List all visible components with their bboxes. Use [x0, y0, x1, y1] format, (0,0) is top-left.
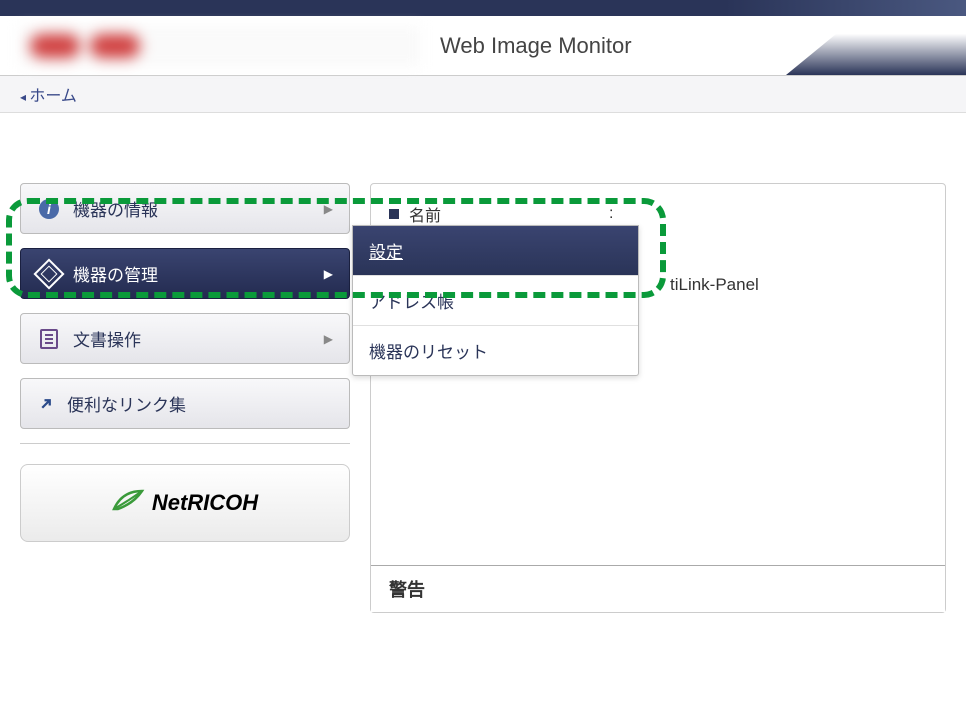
- name-label: 名前: [409, 202, 609, 226]
- chevron-right-icon: ▶: [324, 202, 333, 216]
- sidebar: i 機器の情報 ▶ 機器の管理 ▶ 文書操作 ▶ 便利なリンク集 NetRICO…: [20, 123, 350, 701]
- breadcrumb-home-link[interactable]: ホーム: [20, 88, 77, 105]
- netricoh-label: NetRICOH: [152, 490, 258, 516]
- chevron-right-icon: ▶: [324, 332, 333, 346]
- submenu-settings[interactable]: 設定: [353, 226, 638, 276]
- bullet-icon: [389, 209, 399, 219]
- nav-label: 機器の管理: [73, 261, 158, 286]
- nav-label: 機器の情報: [73, 196, 158, 221]
- nav-useful-links[interactable]: 便利なリンク集: [20, 378, 350, 429]
- leaf-icon: [112, 487, 146, 519]
- nav-document-operations[interactable]: 文書操作 ▶: [20, 313, 350, 364]
- nav-device-management[interactable]: 機器の管理 ▶: [20, 248, 350, 299]
- partial-host-text: tiLink-Panel: [670, 275, 759, 295]
- submenu-address-book[interactable]: アドレス帳: [353, 276, 638, 326]
- header: Web Image Monitor: [0, 16, 966, 76]
- nav-label: 便利なリンク集: [67, 391, 186, 416]
- nav-label: 文書操作: [73, 326, 141, 351]
- app-title: Web Image Monitor: [440, 33, 632, 59]
- info-icon: i: [37, 197, 61, 221]
- nav-device-info[interactable]: i 機器の情報 ▶: [20, 183, 350, 234]
- document-icon: [37, 327, 61, 351]
- breadcrumb: ホーム: [0, 76, 966, 113]
- submenu-device-reset[interactable]: 機器のリセット: [353, 326, 638, 375]
- sidebar-divider: [20, 443, 350, 444]
- logo-redacted: [20, 26, 420, 66]
- warning-section-header: 警告: [371, 565, 945, 612]
- main-panel: 名前 : 設置場所 : 警告: [370, 123, 946, 701]
- device-management-submenu: 設定 アドレス帳 機器のリセット: [352, 225, 639, 376]
- netricoh-button[interactable]: NetRICOH: [20, 464, 350, 542]
- top-bar: [0, 0, 966, 16]
- chevron-right-icon: ▶: [324, 267, 333, 281]
- external-link-icon: [37, 395, 55, 413]
- diamond-icon: [37, 262, 61, 286]
